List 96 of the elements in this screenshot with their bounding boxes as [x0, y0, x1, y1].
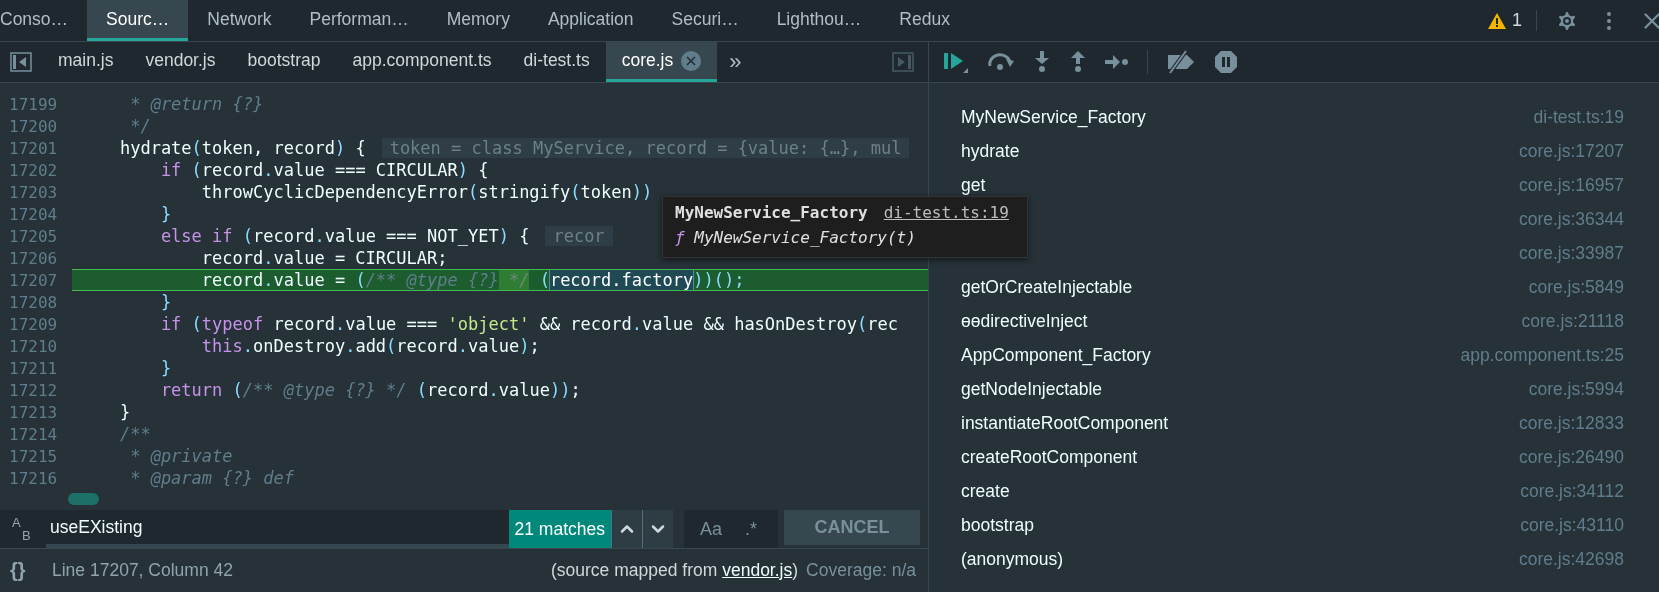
code-text: */ — [129, 116, 151, 136]
code-text: ( — [538, 270, 550, 290]
step-over-icon[interactable] — [987, 52, 1015, 72]
panel-tab[interactable]: Conso… — [0, 0, 88, 41]
line-number: 17205 — [8, 226, 59, 246]
code-text: ))(); — [693, 270, 745, 290]
line-number: 17210 — [8, 336, 59, 356]
call-frame[interactable]: MyNewService_Factory di-test.ts:19 — [929, 100, 1659, 134]
line-number: 17211 — [8, 358, 59, 378]
source-link[interactable]: vendor.js — [722, 560, 793, 580]
call-frame[interactable]: ɵɵdirectiveInject core.js:21118 — [929, 304, 1659, 338]
panel-tab[interactable]: Network — [188, 0, 291, 41]
line-number: 17216 — [8, 468, 59, 488]
line-number: 17201 — [8, 138, 59, 158]
inline-value-hint: recor — [545, 226, 613, 246]
tooltip-function-name: MyNewService_Factory — [675, 203, 868, 222]
panel-tab[interactable]: Redux — [880, 0, 969, 41]
call-frame[interactable]: instantiateRootComponent core.js:12833 — [929, 406, 1659, 440]
call-frame[interactable]: bootstrap core.js:43110 — [929, 508, 1659, 542]
warning-icon — [1488, 12, 1506, 29]
code-text: /** — [118, 424, 151, 444]
line-number: 17203 — [8, 182, 59, 202]
line-number: 17207 — [8, 270, 59, 290]
line-number: 17202 — [8, 160, 59, 180]
line-number: 17213 — [8, 402, 59, 422]
match-case-button[interactable]: Aa — [696, 518, 726, 540]
call-frame[interactable]: AppComponent_Factory app.component.ts:25 — [929, 338, 1659, 372]
code-text: hydrate(token, record) { — [118, 138, 366, 158]
search-field[interactable]: useEXisting — [46, 510, 509, 548]
panel-tab[interactable]: Application — [528, 0, 653, 41]
file-tab[interactable]: app.component.ts — [336, 42, 508, 82]
code-text: } — [159, 204, 172, 224]
file-tab[interactable]: bootstrap — [231, 42, 337, 82]
deactivate-breakpoints-icon[interactable] — [1166, 50, 1196, 74]
file-tab[interactable]: di-test.ts — [507, 42, 606, 82]
panel-tab[interactable]: Lighthou… — [757, 0, 881, 41]
pause-exceptions-icon[interactable] — [1214, 50, 1238, 74]
execution-marker: */ — [498, 270, 530, 290]
line-number: 17200 — [8, 116, 59, 136]
code-text: } — [118, 402, 131, 422]
call-frame[interactable]: get core.js:16957 — [929, 168, 1659, 202]
code-text: * @return {?} — [129, 94, 264, 114]
step-into-icon[interactable] — [1033, 51, 1051, 73]
line-number: 17204 — [8, 204, 59, 224]
call-frame[interactable]: createRootComponent core.js:26490 — [929, 440, 1659, 474]
regex-button[interactable]: .* — [736, 518, 766, 540]
more-tabs-button[interactable]: » — [717, 42, 754, 82]
line-number: 17215 — [8, 446, 59, 466]
search-match: record.factory — [549, 270, 694, 290]
line-number: 17208 — [8, 292, 59, 312]
pretty-print-button[interactable]: {} — [0, 559, 52, 582]
call-frame[interactable]: hydrate core.js:17207 — [929, 134, 1659, 168]
coverage-text: Coverage: n/a — [806, 560, 916, 581]
close-icon[interactable] — [681, 50, 702, 71]
inline-value-hint: token = class MyService, record = {value: {…}, mul — [381, 138, 910, 158]
code-text: else if (record.value === NOT_YET) { — [159, 226, 530, 246]
code-text: return (/** @type {?} */ (record.value)); — [159, 380, 581, 400]
step-out-icon[interactable] — [1069, 51, 1087, 73]
code-text: } — [159, 292, 172, 312]
line-number: 17206 — [8, 248, 59, 268]
code-text: * @param {?} def — [129, 468, 294, 488]
code-text: throwCyclicDependencyError(stringify(token)) — [200, 182, 653, 202]
warning-counter[interactable]: 1 — [1488, 10, 1537, 31]
line-number: 17212 — [8, 380, 59, 400]
line-number: 17199 — [8, 94, 59, 114]
resume-icon[interactable] — [943, 50, 969, 74]
code-text: if (typeof record.value === 'object' && record.value && hasOnDestroy(rec — [159, 314, 898, 334]
code-text: this.onDestroy.add(record.value); — [200, 336, 540, 356]
line-number: 17214 — [8, 424, 59, 444]
panel-tab[interactable]: Securi… — [652, 0, 758, 41]
panel-tab[interactable]: Sourc… — [87, 0, 189, 41]
step-icon[interactable] — [1105, 54, 1129, 70]
next-match-button[interactable] — [642, 510, 673, 548]
file-tab[interactable]: vendor.js — [129, 42, 232, 82]
panel-tab[interactable]: Performan… — [290, 0, 428, 41]
code-text: if (record.value === CIRCULAR) { — [159, 160, 489, 180]
code-text: } — [159, 358, 172, 378]
match-count: 21 matches — [508, 510, 611, 548]
tooltip-location-link[interactable]: di-test.ts:19 — [883, 203, 1009, 222]
line-number: 17209 — [8, 314, 59, 334]
file-tab[interactable]: core.js — [605, 42, 718, 82]
call-frame[interactable]: getOrCreateInjectable core.js:5849 — [929, 270, 1659, 304]
cursor-position: Line 17207, Column 42 — [52, 560, 233, 581]
source-map-note: (source mapped from vendor.js) — [551, 560, 799, 581]
previous-match-button[interactable] — [611, 510, 642, 548]
call-frame[interactable]: (anonymous) core.js:42698 — [929, 542, 1659, 576]
code-text: record.value = (/** @type {?} — [200, 270, 499, 290]
file-tab[interactable]: main.js — [42, 42, 130, 82]
replace-toggle[interactable]: A B — [0, 510, 46, 548]
tooltip-signature: ƒ MyNewService_Factory(t) — [675, 228, 917, 247]
scroll-thumb[interactable] — [68, 493, 99, 505]
code-text: * @private — [129, 446, 233, 466]
code-text: record.value = CIRCULAR; — [200, 248, 448, 268]
call-frame[interactable]: getNodeInjectable core.js:5994 — [929, 372, 1659, 406]
panel-tab[interactable]: Memory — [427, 0, 529, 41]
call-frame[interactable]: create core.js:34112 — [929, 474, 1659, 508]
